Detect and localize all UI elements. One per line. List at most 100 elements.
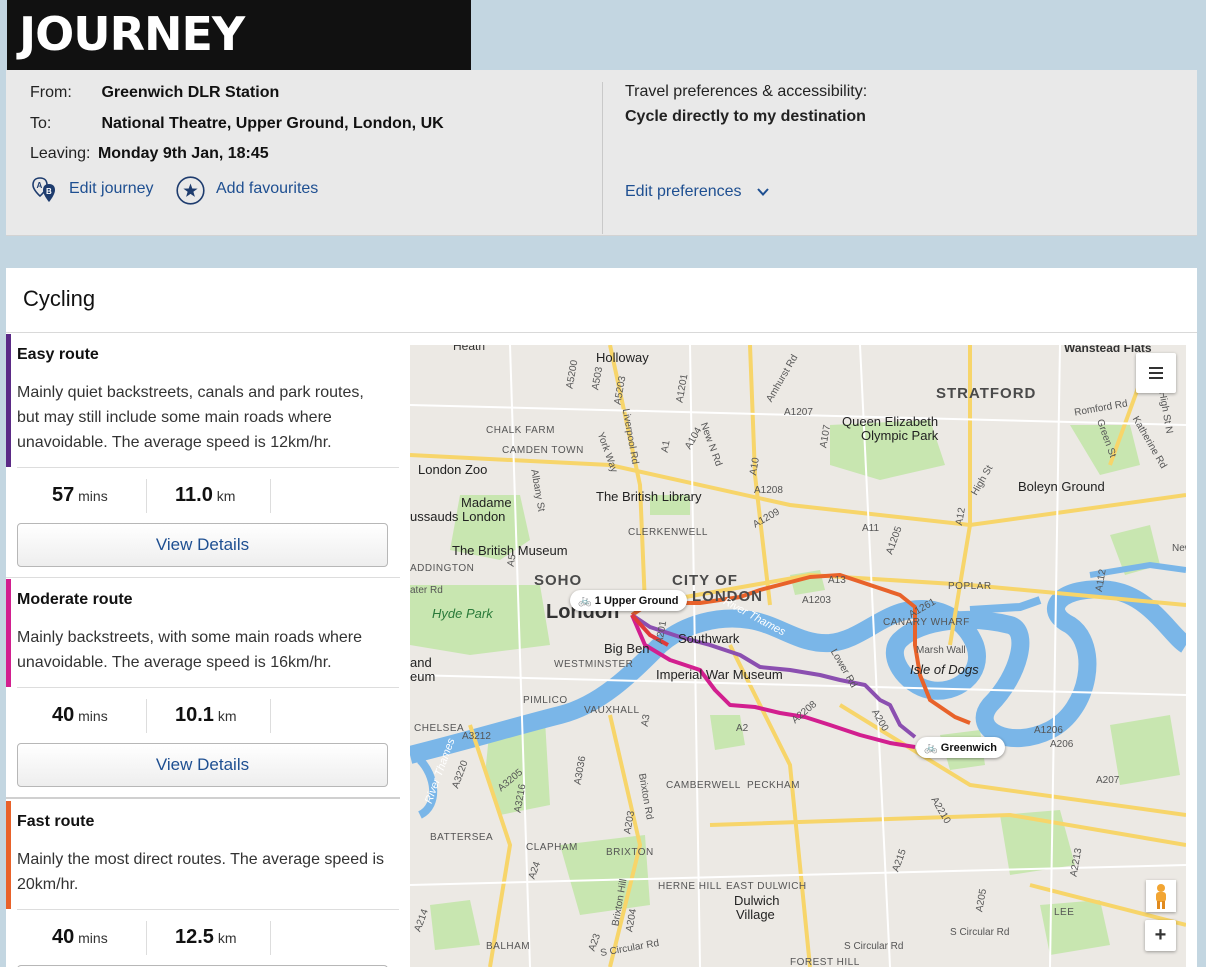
map-label: CHALK FARM: [486, 425, 555, 436]
map-label: VAUXHALL: [584, 705, 640, 716]
route-divider: [6, 797, 400, 799]
end-pin-label: Greenwich: [940, 742, 998, 754]
stat-divider: [146, 479, 147, 513]
map-label: Imperial War Museum: [656, 667, 783, 682]
chevron-down-icon[interactable]: [756, 186, 770, 198]
route-map[interactable]: Heath Holloway Wanstead Flats STRATFORD …: [410, 345, 1186, 967]
view-details-button[interactable]: View Details: [17, 743, 388, 787]
route-divider: [6, 577, 400, 578]
map-label: PECKHAM: [747, 780, 800, 791]
map-label: CLERKENWELL: [628, 527, 708, 538]
route-color-bar: [6, 801, 11, 909]
road-label: A3212: [462, 731, 491, 742]
map-label: Southwark: [678, 631, 740, 646]
route-description: Mainly the most direct routes. The avera…: [17, 851, 384, 893]
map-label: FOREST HILL: [790, 957, 860, 967]
map-layers-button[interactable]: [1136, 353, 1176, 393]
svg-text:B: B: [46, 187, 52, 196]
map-label: EAST DULWICH: [726, 881, 807, 892]
leaving-value: Monday 9th Jan, 18:45: [97, 145, 269, 162]
cycling-title: Cycling: [23, 286, 96, 311]
map-label: CANARY WHARF: [883, 617, 970, 628]
road-label: A1208: [754, 485, 783, 496]
duration-value: 57: [52, 484, 75, 506]
distance-value: 10.1: [175, 704, 214, 726]
map-label: London Zoo: [418, 462, 488, 477]
route-easy: Easy route Mainly quiet backstreets, can…: [6, 334, 400, 578]
street-view-pegman[interactable]: [1146, 880, 1176, 912]
map-label: Holloway: [596, 350, 649, 365]
distance-unit: km: [217, 708, 237, 724]
route-fast: Fast route Mainly the most direct routes…: [6, 801, 400, 967]
ab-route-icon: A B: [32, 177, 55, 202]
start-pin[interactable]: 🚲 1 Upper Ground: [570, 590, 687, 611]
add-favourites-link[interactable]: Add favourites: [216, 180, 318, 198]
road-label: A11: [862, 523, 880, 534]
road-label: A5: [505, 553, 519, 568]
map-label: and: [410, 655, 432, 670]
end-pin[interactable]: 🚲 Greenwich: [916, 737, 1006, 758]
map-label: CAMBERWELL: [666, 780, 741, 791]
route-description: Mainly quiet backstreets, canals and par…: [17, 384, 364, 451]
map-label: SOHO: [534, 572, 583, 589]
route-description: Mainly backstreets, with some main roads…: [17, 629, 363, 671]
route-duration: 57 mins: [52, 484, 108, 507]
route-separator: [17, 467, 399, 468]
road-label: A1207: [784, 407, 813, 418]
page-title: JOURNEY RESULTS: [7, 0, 471, 117]
bicycle-icon: 🚲: [924, 742, 938, 754]
map-label: STRATFORD: [936, 385, 1037, 402]
stat-divider: [270, 699, 271, 733]
road-label: A1206: [1034, 725, 1063, 736]
map-label: Olympic Park: [861, 428, 939, 443]
duration-value: 40: [52, 926, 75, 948]
map-label: CHELSEA: [414, 723, 465, 734]
map-label: ussauds London: [410, 509, 506, 524]
map-label: CLAPHAM: [526, 842, 578, 853]
map-label: Heath: [453, 345, 486, 353]
map-label: HERNE HILL: [658, 881, 722, 892]
stat-divider: [146, 921, 147, 955]
from-value: Greenwich DLR Station: [101, 84, 280, 101]
route-distance: 11.0 km: [175, 484, 235, 507]
leaving-label: Leaving:: [30, 145, 91, 162]
bicycle-icon: 🚲: [578, 595, 592, 607]
to-label: To:: [30, 115, 52, 132]
map-label: S Circular Rd: [844, 941, 904, 952]
journey-summary: From: Greenwich DLR Station To: National…: [6, 70, 1197, 236]
map-label: Marsh Wall: [916, 645, 966, 656]
map-label: Village: [736, 907, 775, 922]
route-separator: [17, 909, 399, 910]
edit-preferences-link[interactable]: Edit preferences: [625, 183, 742, 201]
duration-value: 40: [52, 704, 75, 726]
route-name: Fast route: [17, 813, 95, 830]
summary-divider: [602, 82, 603, 234]
road-label: A1203: [802, 595, 831, 606]
duration-unit: mins: [78, 930, 108, 946]
road-label: A206: [1050, 739, 1074, 750]
route-color-bar: [6, 579, 11, 687]
map-label: Queen Elizabeth: [842, 414, 939, 429]
map-label: New: [1172, 543, 1186, 554]
leaving-row: Leaving: Monday 9th Jan, 18:45: [30, 144, 269, 164]
road-label: A2: [736, 723, 749, 734]
star-icon[interactable]: [176, 176, 205, 205]
edit-journey-link[interactable]: Edit journey: [69, 180, 154, 198]
stat-divider: [270, 921, 271, 955]
pegman-icon: [1156, 884, 1166, 909]
duration-unit: mins: [78, 708, 108, 724]
zoom-in-button[interactable]: +: [1145, 920, 1176, 951]
distance-unit: km: [216, 488, 236, 504]
route-distance: 12.5 km: [175, 926, 237, 949]
map-label: ater Rd: [410, 585, 443, 596]
road-label: A3: [639, 713, 653, 728]
route-moderate: Moderate route Mainly backstreets, with …: [6, 579, 400, 799]
route-name: Moderate route: [17, 591, 133, 608]
view-details-button[interactable]: View Details: [17, 523, 388, 567]
map-label: BATTERSEA: [430, 832, 494, 843]
route-color-bar: [6, 334, 11, 467]
route-name: Easy route: [17, 346, 99, 363]
map-label: PIMLICO: [523, 695, 568, 706]
prefs-value: Cycle directly to my destination: [625, 108, 866, 125]
map-label: POPLAR: [948, 581, 992, 592]
